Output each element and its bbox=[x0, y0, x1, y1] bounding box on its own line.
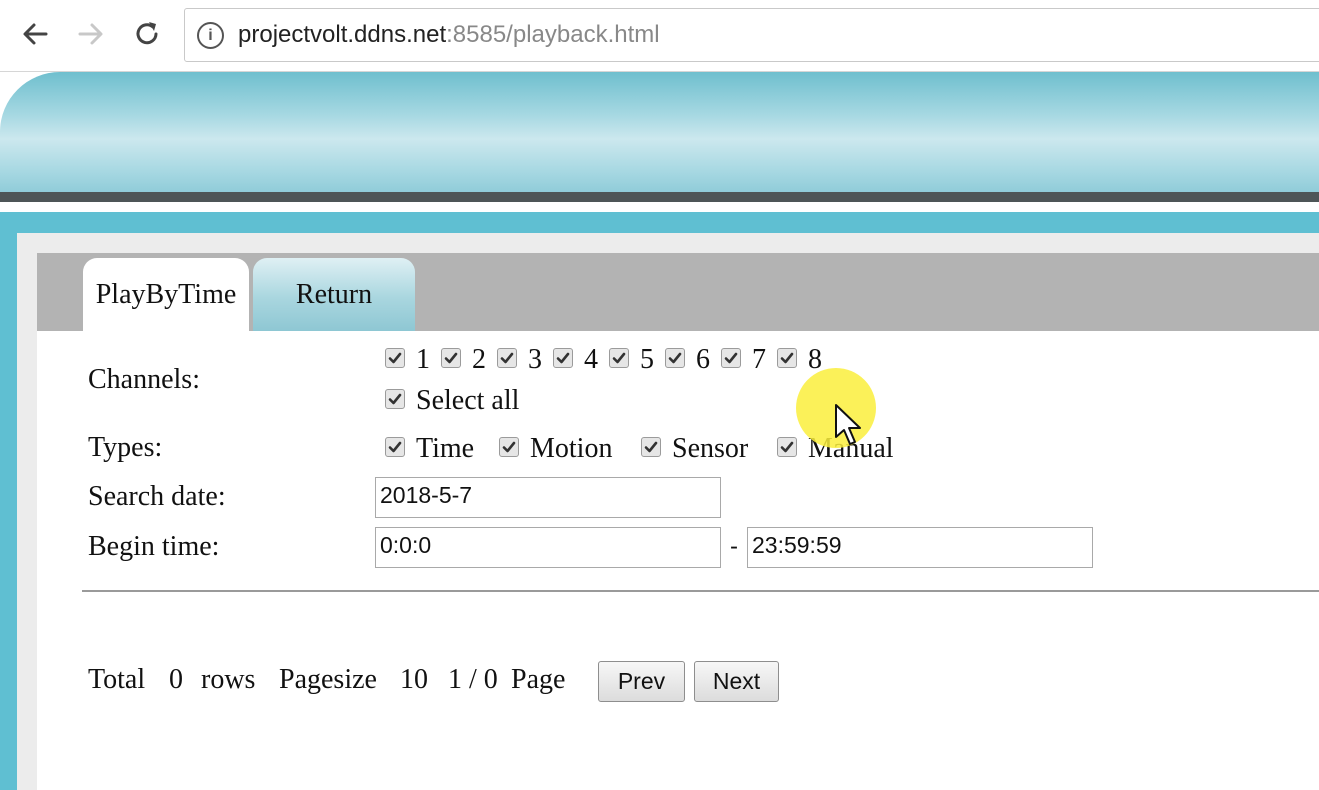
pager-rows-label: rows bbox=[201, 664, 256, 695]
checkmark-icon bbox=[644, 441, 658, 453]
banner-gap bbox=[0, 202, 1319, 212]
end-time-input[interactable]: 23:59:59 bbox=[747, 527, 1093, 568]
url-path: :8585/playback.html bbox=[446, 21, 660, 48]
checkmark-icon bbox=[388, 352, 402, 364]
address-bar[interactable]: i projectvolt.ddns.net:8585/playback.htm… bbox=[184, 8, 1319, 62]
checkmark-icon bbox=[388, 441, 402, 453]
select-all-label: Select all bbox=[416, 385, 520, 416]
back-arrow-icon[interactable] bbox=[15, 14, 55, 54]
channel-3-checkbox[interactable] bbox=[497, 348, 517, 368]
checkmark-icon bbox=[668, 352, 682, 364]
channel-4-checkbox[interactable] bbox=[553, 348, 573, 368]
pager-total-label: Total bbox=[88, 664, 146, 695]
type-motion-label: Motion bbox=[530, 433, 613, 464]
pager-page-info: 1 / 0 bbox=[448, 664, 498, 695]
channel-3-label: 3 bbox=[528, 344, 542, 375]
form-divider bbox=[82, 590, 1319, 592]
page-banner bbox=[0, 72, 1319, 194]
prev-button[interactable]: Prev bbox=[598, 661, 685, 702]
channels-label: Channels: bbox=[88, 364, 200, 395]
begin-time-label: Begin time: bbox=[88, 531, 220, 562]
next-button[interactable]: Next bbox=[694, 661, 779, 702]
type-sensor-label: Sensor bbox=[672, 433, 749, 464]
begin-time-input[interactable]: 0:0:0 bbox=[375, 527, 721, 568]
channel-7-checkbox[interactable] bbox=[721, 348, 741, 368]
channel-2-label: 2 bbox=[472, 344, 486, 375]
time-separator: - bbox=[730, 533, 738, 560]
reload-icon[interactable] bbox=[127, 14, 167, 54]
channel-5-checkbox[interactable] bbox=[609, 348, 629, 368]
channel-7-label: 7 bbox=[752, 344, 766, 375]
info-icon[interactable]: i bbox=[197, 22, 224, 49]
type-time-label: Time bbox=[416, 433, 475, 464]
checkmark-icon bbox=[500, 352, 514, 364]
url-host: projectvolt.ddns.net bbox=[238, 21, 447, 48]
checkmark-icon bbox=[724, 352, 738, 364]
type-sensor-checkbox[interactable] bbox=[641, 437, 661, 457]
checkmark-icon bbox=[444, 352, 458, 364]
tab-playbytime[interactable]: PlayByTime bbox=[83, 258, 249, 331]
channel-5-label: 5 bbox=[640, 344, 654, 375]
checkmark-icon bbox=[780, 352, 794, 364]
search-date-label: Search date: bbox=[88, 481, 226, 512]
type-time-checkbox[interactable] bbox=[385, 437, 405, 457]
channel-2-checkbox[interactable] bbox=[441, 348, 461, 368]
select-all-checkbox[interactable] bbox=[385, 389, 405, 409]
channel-1-checkbox[interactable] bbox=[385, 348, 405, 368]
channel-4-label: 4 bbox=[584, 344, 598, 375]
checkmark-icon bbox=[556, 352, 570, 364]
pager-pagesize-label: Pagesize bbox=[279, 664, 377, 695]
banner-divider bbox=[0, 192, 1319, 202]
type-manual-checkbox[interactable] bbox=[777, 437, 797, 457]
channel-8-checkbox[interactable] bbox=[777, 348, 797, 368]
browser-toolbar: i projectvolt.ddns.net:8585/playback.htm… bbox=[0, 0, 1319, 72]
checkmark-icon bbox=[780, 441, 794, 453]
checkmark-icon bbox=[388, 393, 402, 405]
types-label: Types: bbox=[88, 432, 163, 463]
checkmark-icon bbox=[612, 352, 626, 364]
pager-page-label: Page bbox=[511, 664, 566, 695]
url-text: projectvolt.ddns.net:8585/playback.html bbox=[238, 21, 660, 49]
channel-1-label: 1 bbox=[416, 344, 430, 375]
mouse-pointer-icon bbox=[835, 404, 861, 445]
pager-total-rows: 0 bbox=[169, 664, 183, 695]
pager-pagesize-value: 10 bbox=[400, 664, 428, 695]
search-date-input[interactable]: 2018-5-7 bbox=[375, 477, 721, 518]
forward-arrow-icon[interactable] bbox=[71, 14, 111, 54]
tab-return[interactable]: Return bbox=[253, 258, 415, 331]
channel-6-checkbox[interactable] bbox=[665, 348, 685, 368]
type-motion-checkbox[interactable] bbox=[499, 437, 519, 457]
checkmark-icon bbox=[502, 441, 516, 453]
channel-6-label: 6 bbox=[696, 344, 710, 375]
